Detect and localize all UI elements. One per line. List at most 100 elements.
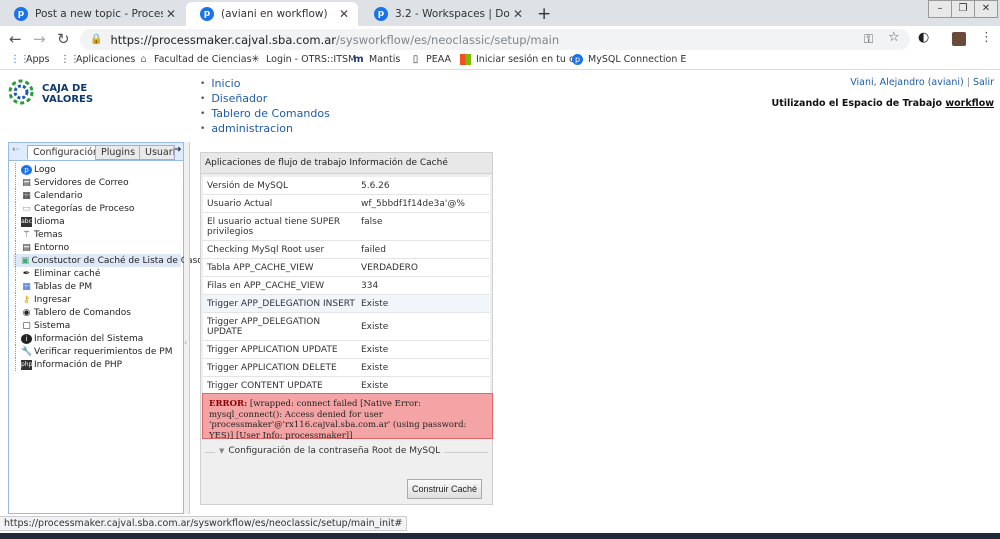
bookmark-mantis[interactable]: m Mantis [353, 54, 400, 65]
scroll-left-icon[interactable]: ⇠ [12, 145, 20, 155]
logout-link[interactable]: Salir [973, 77, 994, 88]
panel-splitter[interactable]: ‹ [184, 142, 190, 514]
collapse-toggle-icon[interactable]: ▼ [219, 447, 224, 455]
collapse-arrow-icon[interactable]: ‹ [184, 338, 187, 347]
bookmark-label: Facultad de Ciencias [154, 54, 252, 65]
tab-usuarios[interactable]: Usuario [139, 145, 175, 160]
menu-item-ingresar[interactable]: ⚷ Ingresar [13, 293, 181, 306]
profile-avatar[interactable] [952, 32, 966, 46]
menu-item-temas[interactable]: ⚚ Temas [13, 228, 181, 241]
menu-item-verificar[interactable]: 🔧 Verificar requerimientos de PM [13, 345, 181, 358]
menu-item-info-sistema[interactable]: i Información del Sistema [13, 332, 181, 345]
menu-item-entorno[interactable]: ▤ Entorno [13, 241, 181, 254]
menu-item-sistema[interactable]: ▢ Sistema [13, 319, 181, 332]
menu-item-label: Tablero de Comandos [34, 307, 131, 318]
menu-item-label: Entorno [34, 242, 70, 253]
row-value: Existe [361, 322, 389, 332]
bookmark-peaa[interactable]: ▯ PEAA [410, 54, 451, 65]
row-key: El usuario actual tiene SUPER privilegio… [207, 217, 341, 237]
nav-administracion[interactable]: administracion [200, 121, 330, 136]
bookmark-otrs[interactable]: ✳ Login - OTRS::ITSM [250, 54, 356, 65]
reload-icon[interactable]: ↻ [57, 30, 70, 48]
menu-item-constructor-cache[interactable]: ▣ Constuctor de Caché de Lista de Casos [13, 254, 207, 267]
build-cache-button[interactable]: Construir Caché [406, 479, 482, 499]
url-host: https://processmaker.cajval.sba.com.ar [110, 32, 337, 47]
tab-configuracion[interactable]: Configuración [27, 145, 105, 160]
apps-grid-icon: ⋮⋮ [10, 54, 30, 65]
row-value: false [361, 217, 383, 227]
row-key: Trigger APP_DELEGATION INSERT [207, 299, 355, 309]
maximize-icon[interactable]: ❐ [951, 0, 975, 18]
close-icon[interactable]: ✕ [510, 7, 526, 21]
table-row: Trigger APP_DELEGATION UPDATE Existe [203, 313, 490, 341]
row-key: Trigger APPLICATION DELETE [207, 363, 337, 373]
wand-icon: ⚚ [22, 229, 31, 240]
menu-kebab-icon[interactable]: ⋮ [980, 30, 993, 45]
broom-icon: ✒ [22, 268, 31, 279]
bookmark-iniciar-sesion[interactable]: Iniciar sesión en tu c [460, 54, 574, 65]
menu-item-categorias[interactable]: ▭ Categorías de Proceso [13, 202, 181, 215]
menu-item-label: Servidores de Correo [34, 177, 129, 188]
workspace-link[interactable]: workflow [945, 98, 994, 109]
menu-item-idioma[interactable]: abc Idioma [13, 215, 181, 228]
browser-tab-3[interactable]: p 3.2 - Workspaces | Documentatio ✕ [360, 2, 532, 26]
close-icon[interactable]: ✕ [336, 7, 352, 21]
cache-builder-icon: ▣ [21, 255, 30, 266]
dashboard-icon: ◉ [22, 307, 31, 318]
nav-disenador[interactable]: Diseñador [200, 91, 330, 106]
mail-server-icon: ▤ [22, 177, 31, 188]
bookmark-label: MySQL Connection E [588, 54, 687, 65]
category-icon: ▭ [22, 203, 31, 214]
menu-item-info-php[interactable]: php Información de PHP [13, 358, 181, 371]
minimize-icon[interactable]: – [928, 0, 952, 18]
info-icon: i [21, 333, 32, 344]
menu-item-label: Verificar requerimientos de PM [34, 346, 173, 357]
forward-arrow-icon[interactable]: → [33, 30, 46, 48]
new-tab-plus-icon[interactable]: + [537, 4, 551, 24]
left-panel-tabs: ⇠ Configuración Plugins Usuario ➜ [9, 143, 183, 161]
menu-item-tablas-pm[interactable]: ▦ Tablas de PM [13, 280, 181, 293]
menu-item-label: Constuctor de Caché de Lista de Casos [31, 255, 208, 266]
logo-text-line1: CAJA DE [42, 83, 88, 94]
menu-item-calendario[interactable]: ▦ Calendario [13, 189, 181, 202]
address-bar-row: ← → ↻ 🔒 https://processmaker.cajval.sba.… [0, 26, 1000, 52]
menu-item-label: Información de PHP [34, 359, 123, 370]
row-key: Filas en APP_CACHE_VIEW [207, 281, 325, 291]
nav-tablero[interactable]: Tablero de Comandos [200, 106, 329, 121]
browser-tab-1[interactable]: p Post a new topic - ProcessMaker ✕ [0, 2, 185, 26]
row-value: failed [361, 245, 386, 255]
table-row: Versión de MySQL 5.6.26 [203, 177, 490, 195]
bookmark-apps[interactable]: ⋮⋮ Apps [10, 54, 50, 65]
bookmark-mysql[interactable]: p MySQL Connection E [572, 54, 686, 65]
back-arrow-icon[interactable]: ← [9, 30, 22, 48]
close-icon[interactable]: ✕ [163, 7, 179, 21]
table-row: Filas en APP_CACHE_VIEW 334 [203, 277, 490, 295]
fieldset-legend[interactable]: ▼ Configuración de la contraseña Root de … [215, 446, 445, 456]
scroll-right-icon[interactable]: ➜ [174, 145, 182, 155]
star-icon[interactable]: ☆ [888, 30, 900, 45]
row-value: Existe [361, 363, 389, 373]
menu-item-eliminar-cache[interactable]: ✒ Eliminar caché [13, 267, 181, 280]
key-icon[interactable]: ⚿ [864, 32, 873, 47]
bookmark-aplicaciones[interactable]: ⋮⋮ Aplicaciones [60, 54, 135, 65]
close-window-icon[interactable]: ✕ [974, 0, 998, 18]
bookmark-label: Mantis [369, 54, 401, 65]
menu-item-logo[interactable]: p Logo [13, 163, 181, 176]
cache-info-panel: Aplicaciones de flujo de trabajo Informa… [200, 152, 493, 505]
logo-text: CAJA DE VALORES [42, 83, 93, 105]
processmaker-icon: p [21, 164, 32, 175]
tab-title: Post a new topic - ProcessMaker [35, 8, 163, 20]
user-name-link[interactable]: Viani, Alejandro (aviani) [850, 77, 963, 88]
menu-item-tablero[interactable]: ◉ Tablero de Comandos [13, 306, 181, 319]
tab-plugins[interactable]: Plugins [95, 145, 142, 160]
bookmark-facultad[interactable]: ⌂ Facultad de Ciencias [138, 54, 252, 65]
menu-item-servidores-correo[interactable]: ▤ Servidores de Correo [13, 176, 181, 189]
row-value: Existe [361, 381, 389, 391]
url-input[interactable]: 🔒 https://processmaker.cajval.sba.com.ar… [80, 29, 910, 50]
table-row: El usuario actual tiene SUPER privilegio… [203, 213, 490, 241]
browser-tab-2[interactable]: p (aviani en workflow) ✕ [186, 2, 358, 26]
user-info: Viani, Alejandro (aviani) | Salir Utiliz… [771, 77, 995, 109]
bookmark-label: Iniciar sesión en tu c [476, 54, 575, 65]
extension-sync-icon[interactable]: ◐ [918, 30, 929, 45]
nav-inicio[interactable]: Inicio [200, 76, 330, 91]
